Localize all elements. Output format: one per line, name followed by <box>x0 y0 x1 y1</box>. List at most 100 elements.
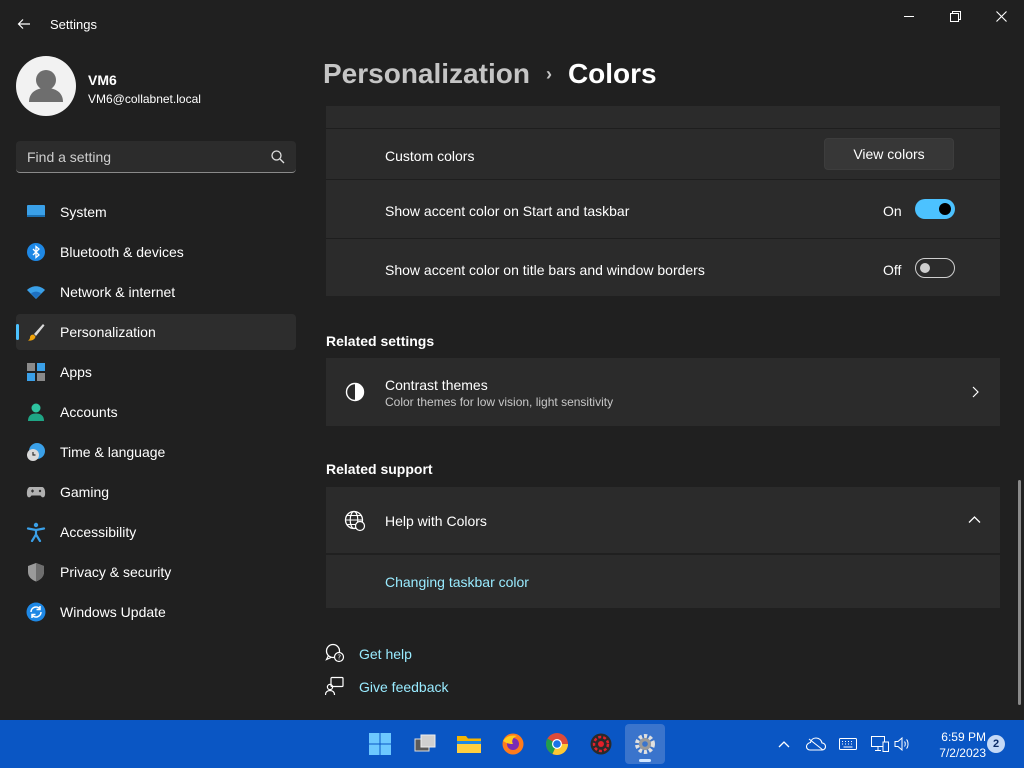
sidebar-item-privacy[interactable]: Privacy & security <box>16 554 296 590</box>
app-title: Settings <box>50 17 97 32</box>
contrast-icon <box>345 382 365 402</box>
firefox-button[interactable] <box>493 724 533 764</box>
clock-globe-icon <box>27 443 45 461</box>
sidebar-item-label: Personalization <box>60 324 156 340</box>
sidebar-item-personalization[interactable]: Personalization <box>16 314 296 350</box>
back-arrow-icon <box>17 19 30 29</box>
sidebar-item-apps[interactable]: Apps <box>16 354 296 390</box>
custom-colors-label: Custom colors <box>385 148 475 164</box>
onedrive-tray[interactable] <box>806 734 826 754</box>
accent-title-state: Off <box>883 262 902 278</box>
bluetooth-icon <box>27 243 45 261</box>
chevron-up-icon <box>778 741 790 748</box>
clock-time: 6:59 PM <box>941 730 986 744</box>
sidebar-item-label: Privacy & security <box>60 564 172 580</box>
sidebar-item-label: Accessibility <box>60 524 137 540</box>
svg-text:?: ? <box>337 654 341 662</box>
app-red-button[interactable] <box>581 724 621 764</box>
sidebar-item-gaming[interactable]: Gaming <box>16 474 296 510</box>
show-hidden-icons-button[interactable] <box>774 734 794 754</box>
clock-date: 7/2/2023 <box>939 746 986 760</box>
accessibility-icon <box>26 522 46 542</box>
update-icon <box>26 602 46 622</box>
keyboard-tray[interactable] <box>838 734 858 754</box>
file-explorer-button[interactable] <box>449 724 489 764</box>
sidebar-item-label: Bluetooth & devices <box>60 244 184 260</box>
sidebar-item-label: Time & language <box>60 444 166 460</box>
sidebar-item-bluetooth[interactable]: Bluetooth & devices <box>16 234 296 270</box>
notification-badge[interactable]: 2 <box>987 735 1005 753</box>
volume-tray[interactable] <box>893 734 913 754</box>
help-with-colors-title: Help with Colors <box>385 513 487 529</box>
minimize-icon <box>904 16 914 17</box>
help-with-colors-content: Changing taskbar color <box>326 555 1000 608</box>
sidebar-item-system[interactable]: System <box>16 194 296 230</box>
file-explorer-icon <box>457 736 481 753</box>
breadcrumb-separator: › <box>545 63 552 84</box>
contrast-themes-title: Contrast themes <box>385 377 488 393</box>
apps-icon <box>27 363 45 381</box>
contrast-themes-card[interactable]: Contrast themes Color themes for low vis… <box>326 358 1000 426</box>
close-button[interactable] <box>978 0 1024 32</box>
accent-start-state: On <box>883 203 902 219</box>
title-bar: Settings <box>0 0 1024 48</box>
sidebar-item-label: Network & internet <box>60 284 176 300</box>
sidebar-item-accounts[interactable]: Accounts <box>16 394 296 430</box>
sidebar-item-label: Gaming <box>60 484 110 500</box>
user-name: VM6 <box>88 72 117 88</box>
task-view-button[interactable] <box>405 724 445 764</box>
accounts-icon <box>28 403 44 421</box>
brush-icon <box>28 324 45 341</box>
page-title: Colors <box>567 58 657 89</box>
settings-taskbar-button[interactable] <box>625 724 665 764</box>
user-email: VM6@collabnet.local <box>88 92 201 106</box>
back-button[interactable] <box>10 10 38 38</box>
sidebar-item-windows-update[interactable]: Windows Update <box>16 594 296 630</box>
close-icon <box>995 10 1007 22</box>
search-box[interactable] <box>16 141 296 173</box>
give-feedback-link[interactable]: Give feedback <box>359 679 449 695</box>
onedrive-icon <box>806 737 826 751</box>
minimize-button[interactable] <box>886 0 932 32</box>
help-with-colors-header[interactable]: Help with Colors <box>326 487 1000 553</box>
start-button[interactable] <box>360 724 400 764</box>
sidebar-item-label: Accounts <box>60 404 118 420</box>
taskbar-clock[interactable]: 6:59 PM 7/2/2023 <box>918 729 986 761</box>
start-icon <box>369 733 391 755</box>
sidebar-item-accessibility[interactable]: Accessibility <box>16 514 296 550</box>
accent-start-toggle[interactable] <box>915 199 955 219</box>
chrome-button[interactable] <box>537 724 577 764</box>
sidebar-item-time-language[interactable]: Time & language <box>16 434 296 470</box>
chrome-icon <box>546 733 568 755</box>
accent-start-label: Show accent color on Start and taskbar <box>385 203 630 219</box>
colors-settings-card: Custom colors View colors Show accent co… <box>326 106 1000 296</box>
shield-icon <box>28 563 44 582</box>
get-help-link[interactable]: Get help <box>359 646 412 662</box>
changing-taskbar-color-link[interactable]: Changing taskbar color <box>385 574 529 590</box>
user-profile[interactable]: VM6 VM6@collabnet.local <box>16 56 296 118</box>
feedback-icon <box>325 676 344 696</box>
network-tray[interactable] <box>870 734 890 754</box>
system-icon <box>27 205 45 217</box>
gamepad-icon <box>26 487 46 498</box>
restore-icon <box>949 10 961 22</box>
sidebar-nav: System Bluetooth & devices Network & int… <box>16 194 296 634</box>
contrast-themes-subtitle: Color themes for low vision, light sensi… <box>385 395 614 409</box>
firefox-icon <box>502 733 524 755</box>
accent-title-toggle[interactable] <box>915 258 955 278</box>
globe-help-icon <box>344 510 366 532</box>
taskbar: 6:59 PM 7/2/2023 2 <box>0 720 1024 768</box>
search-input[interactable] <box>16 141 266 172</box>
active-indicator <box>639 759 651 762</box>
restore-button[interactable] <box>932 0 978 32</box>
chevron-up-icon <box>968 516 981 523</box>
related-settings-title: Related settings <box>326 333 435 349</box>
settings-icon <box>635 734 655 754</box>
sidebar-item-label: Windows Update <box>60 604 166 620</box>
breadcrumb-parent[interactable]: Personalization <box>323 58 530 90</box>
breadcrumb: Personalization › Colors <box>323 58 657 90</box>
scrollbar-thumb[interactable] <box>1018 480 1021 705</box>
sidebar-item-network[interactable]: Network & internet <box>16 274 296 310</box>
view-colors-button[interactable]: View colors <box>824 138 954 170</box>
wifi-icon <box>27 286 45 299</box>
